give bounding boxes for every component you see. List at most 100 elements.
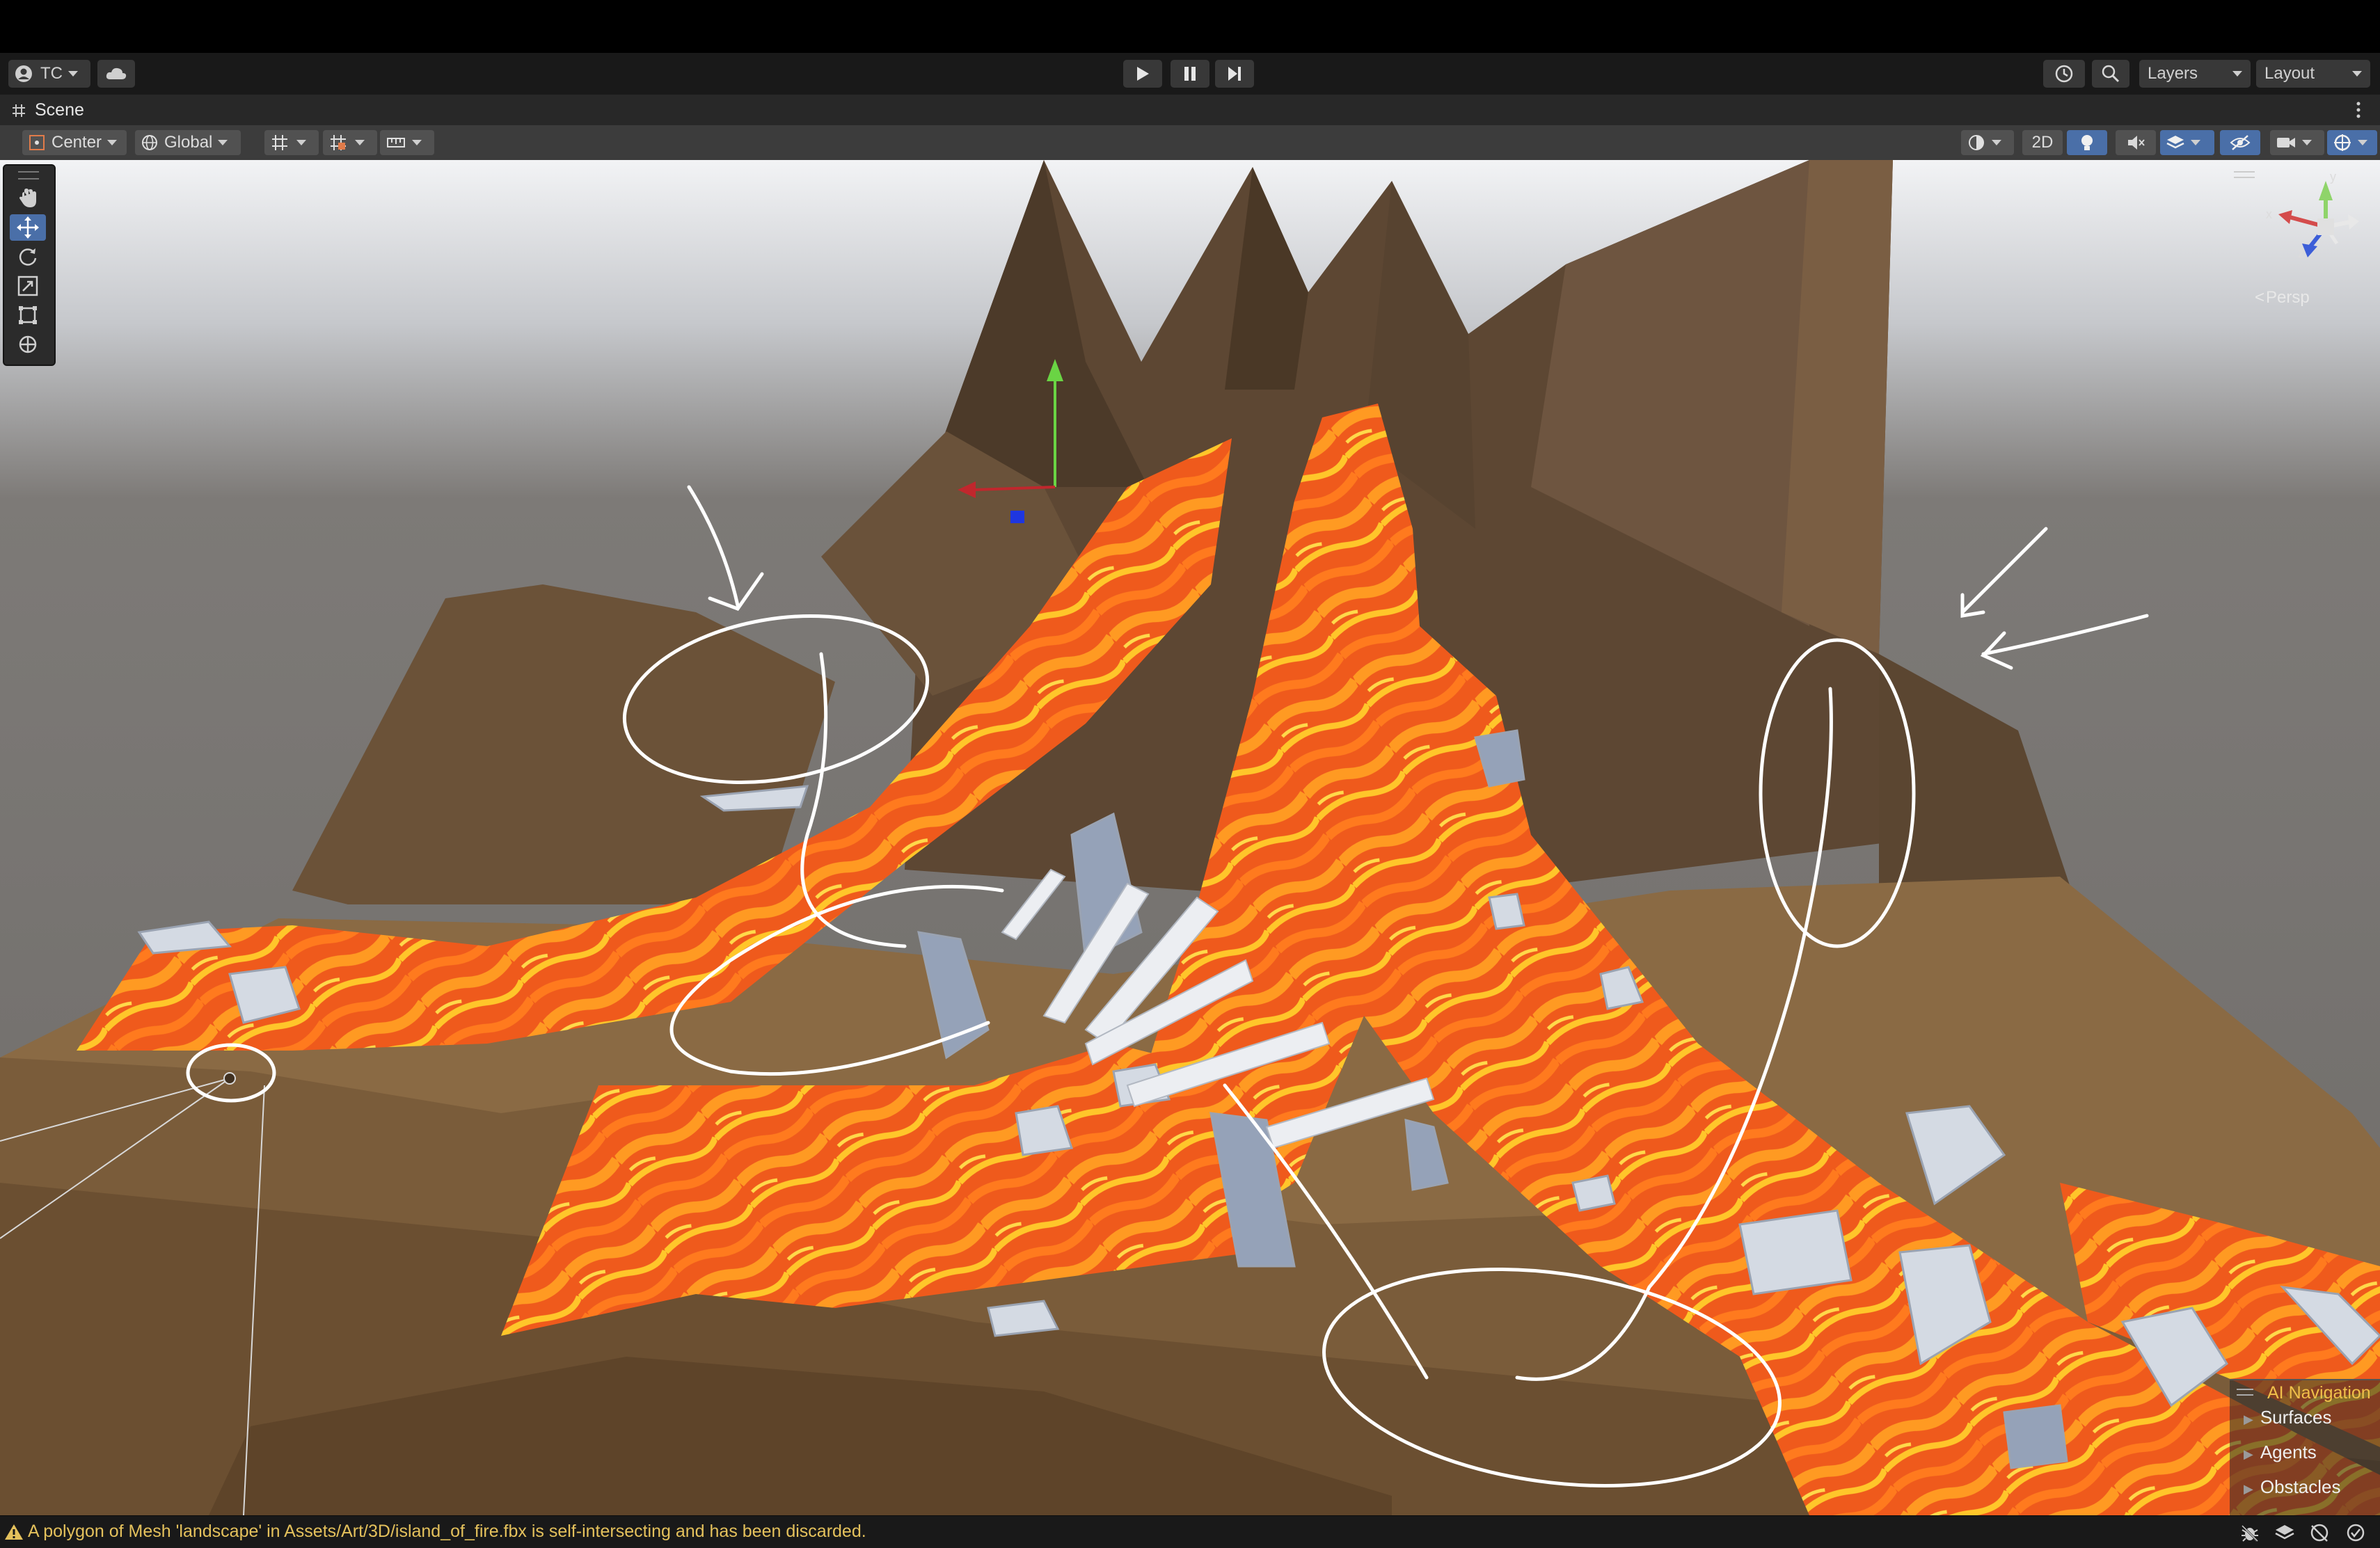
chevron-down-icon — [218, 140, 228, 145]
nav-item-label: Surfaces — [2260, 1407, 2332, 1428]
axis-gizmo-icon: y x z — [2266, 171, 2359, 260]
more-options-icon[interactable] — [2355, 100, 2362, 123]
check-circle-icon[interactable] — [2345, 1523, 2366, 1542]
layers-stack-icon — [2166, 136, 2184, 149]
chevron-down-icon — [2358, 140, 2367, 145]
projection-toggle[interactable]: <Persp — [2255, 288, 2310, 308]
scene-viewport[interactable] — [0, 160, 2380, 1515]
scene-tab-label: Scene — [35, 100, 84, 120]
chevron-down-icon — [2352, 71, 2362, 77]
main-toolbar: TC Layers Layout — [0, 53, 2380, 95]
layout-dropdown[interactable]: Layout — [2256, 60, 2370, 88]
lighting-toggle-button[interactable] — [2067, 130, 2107, 155]
scene-view-toolbar: Center Global 2D — [0, 125, 2380, 161]
tools-palette — [3, 164, 56, 366]
rect-transform-icon — [19, 306, 37, 324]
network-off-icon[interactable] — [2309, 1523, 2330, 1542]
grid-icon — [13, 104, 25, 117]
transform-tool-button[interactable] — [10, 331, 46, 358]
grid-snap-icon — [272, 135, 287, 150]
account-dropdown[interactable]: TC — [8, 60, 90, 88]
ai-navigation-overlay: AI Navigation ▶ Surfaces ▶ Agents ▶ Obstacl… — [2230, 1379, 2380, 1517]
grid-visibility-dropdown[interactable] — [323, 130, 377, 155]
draw-mode-dropdown[interactable] — [1961, 130, 2014, 155]
drag-handle-icon[interactable] — [2237, 1389, 2253, 1396]
warning-icon — [5, 1524, 23, 1540]
chevron-down-icon — [107, 140, 118, 145]
scene-render — [0, 160, 2380, 1515]
nav-item-label: Obstacles — [2260, 1476, 2341, 1497]
effects-dropdown[interactable] — [2160, 130, 2214, 155]
chevron-down-icon — [412, 140, 422, 145]
nav-item-agents[interactable]: ▶ Agents — [2244, 1442, 2317, 1463]
step-icon — [1228, 67, 1241, 81]
rect-tool-button[interactable] — [10, 302, 46, 328]
pivot-mode-label: Center — [51, 133, 102, 152]
ruler-icon — [387, 138, 405, 147]
scene-tab-bar: Scene — [0, 95, 2380, 126]
gizmo-globe-icon — [2334, 134, 2351, 151]
chevron-down-icon — [1992, 140, 2001, 145]
drag-handle-icon[interactable] — [2234, 171, 2255, 178]
camera-icon — [2277, 138, 2295, 147]
grid-snapping-dropdown[interactable] — [264, 130, 319, 155]
chevron-down-icon — [68, 71, 78, 77]
move-tool-button[interactable] — [10, 214, 46, 241]
window-top-bar — [0, 0, 2380, 53]
transform-icon — [19, 335, 37, 353]
console-message[interactable]: A polygon of Mesh 'landscape' in Assets/… — [28, 1522, 866, 1542]
gizmos-dropdown[interactable] — [2327, 130, 2377, 155]
ai-navigation-title: AI Navigation — [2267, 1383, 2371, 1403]
triangle-right-icon: ▶ — [2244, 1447, 2253, 1461]
chevron-down-icon — [296, 140, 306, 145]
tab-scene[interactable]: Scene — [11, 100, 84, 120]
search-button[interactable] — [2092, 60, 2129, 88]
account-label: TC — [40, 64, 63, 83]
scene-camera-dropdown[interactable] — [2270, 130, 2324, 155]
step-button[interactable] — [1215, 60, 1254, 88]
persp-chevron-icon: < — [2255, 288, 2265, 307]
scene-visibility-button[interactable] — [2220, 130, 2260, 155]
search-icon — [2102, 65, 2120, 83]
chevron-down-icon — [2232, 71, 2242, 77]
hand-tool-button[interactable] — [10, 185, 46, 212]
toggle-2d-button[interactable]: 2D — [2022, 130, 2063, 155]
account-icon — [15, 65, 32, 82]
drag-handle-icon[interactable] — [18, 171, 39, 179]
space-mode-dropdown[interactable]: Global — [135, 130, 241, 155]
layers-label: Layers — [2148, 64, 2198, 83]
nav-item-obstacles[interactable]: ▶ Obstacles — [2244, 1476, 2340, 1498]
pause-button[interactable] — [1171, 60, 1209, 88]
audio-toggle-button[interactable] — [2116, 130, 2156, 155]
rotate-icon — [19, 248, 37, 266]
move-arrows-icon — [17, 216, 39, 239]
lightbulb-icon — [2081, 135, 2093, 150]
grid-visibility-icon — [331, 135, 346, 150]
pivot-icon — [29, 135, 45, 150]
status-bar: A polygon of Mesh 'landscape' in Assets/… — [0, 1515, 2380, 1548]
chevron-down-icon — [2302, 140, 2312, 145]
layers-dropdown[interactable]: Layers — [2139, 60, 2251, 88]
scale-icon — [17, 276, 38, 296]
history-button[interactable] — [2043, 60, 2085, 88]
chevron-down-icon — [2191, 140, 2200, 145]
audio-mute-icon — [2128, 136, 2145, 150]
shading-sphere-icon — [1969, 135, 1984, 150]
play-icon — [1137, 67, 1149, 81]
nav-item-label: Agents — [2260, 1442, 2317, 1462]
scale-tool-button[interactable] — [10, 273, 46, 299]
bug-icon[interactable] — [2239, 1523, 2260, 1542]
cloud-button[interactable] — [97, 60, 135, 88]
increment-snap-dropdown[interactable] — [380, 130, 434, 155]
play-button[interactable] — [1123, 60, 1162, 88]
pivot-mode-dropdown[interactable]: Center — [22, 130, 127, 155]
axis-y-label: y — [2330, 171, 2336, 184]
rotate-tool-button[interactable] — [10, 244, 46, 270]
nav-item-surfaces[interactable]: ▶ Surfaces — [2244, 1407, 2331, 1428]
hand-icon — [19, 189, 36, 207]
axis-z-label: z — [2298, 246, 2304, 260]
toggle-2d-label: 2D — [2031, 133, 2054, 152]
stack-icon[interactable] — [2274, 1523, 2295, 1542]
chevron-down-icon — [355, 140, 365, 145]
space-mode-label: Global — [164, 133, 213, 152]
